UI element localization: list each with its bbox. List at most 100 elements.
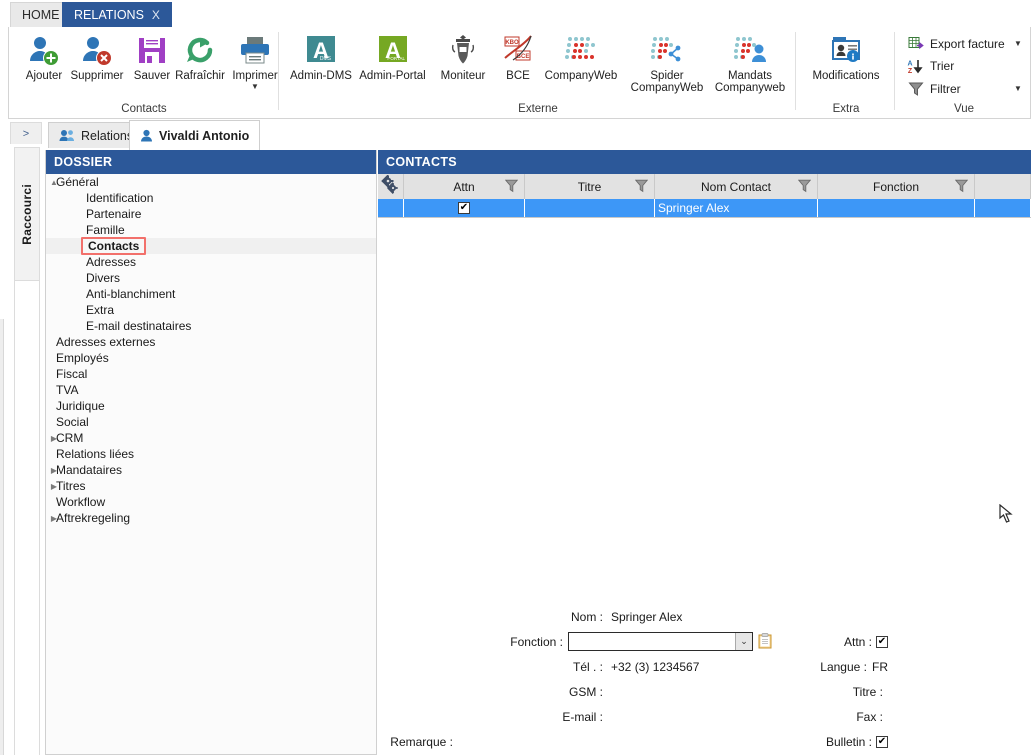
table-cell-titre[interactable] (525, 199, 655, 217)
shortcut-rail: > Raccourci (0, 119, 44, 755)
filter-funnel-icon[interactable] (634, 179, 649, 196)
chevron-down-icon[interactable]: ▼ (1014, 84, 1022, 93)
chevron-down-icon[interactable]: ▼ (251, 83, 259, 91)
column-header-label: Attn (453, 179, 475, 194)
tree-item-social[interactable]: Social (46, 414, 376, 430)
field-langue-label: Langue : (820, 660, 867, 674)
ribbon-button-companyweb[interactable]: CompanyWeb (538, 30, 624, 96)
relations-people-icon (59, 129, 75, 142)
column-header-titre[interactable]: Titre (525, 174, 655, 199)
tree-item-relations-li-es[interactable]: Relations liées (46, 446, 376, 462)
tree-item-crm[interactable]: ▶ CRM (46, 430, 376, 446)
document-tab-vivaldi-antonio[interactable]: Vivaldi Antonio (129, 120, 261, 150)
tree-item-identification[interactable]: Identification (46, 190, 376, 206)
ribbon-tab-relations[interactable]: RELATIONS X (62, 2, 172, 27)
field-remarque-value-wrap (458, 733, 463, 751)
fonction-combobox[interactable]: ⌄ (568, 631, 753, 651)
dossier-tree: ▲ Général Identification Partenaire Famille C… (46, 174, 376, 754)
filter-funnel-icon[interactable] (504, 179, 519, 196)
expander-closed-icon[interactable]: ▶ (48, 514, 60, 523)
chevron-down-icon[interactable]: ▼ (1014, 39, 1022, 48)
tree-item-contacts[interactable]: Contacts (46, 237, 376, 255)
tree-item-label: Social (56, 415, 89, 429)
ribbon-button-mandats-companyweb[interactable]: Mandats Companyweb (708, 30, 792, 96)
ribbon-group-externe-label: Externe (518, 103, 558, 115)
svg-text:KBO: KBO (505, 40, 519, 46)
column-header-fonction[interactable]: Fonction (818, 174, 975, 199)
column-header-nom_contact[interactable]: Nom Contact (655, 174, 818, 199)
column-header-spare[interactable] (975, 174, 1031, 199)
tree-item-adresses[interactable]: Adresses (46, 254, 376, 270)
ribbon-button-supprimer[interactable]: Supprimer (66, 30, 128, 96)
ribbon-button-sauver-label: Sauver (133, 70, 171, 82)
expand-rail-button[interactable]: > (10, 122, 42, 144)
tree-item-e-mail-destinataires[interactable]: E-mail destinataires (46, 318, 376, 334)
filter-funnel-icon[interactable] (797, 179, 812, 196)
filter-funnel-icon (906, 80, 926, 98)
filter-funnel-icon[interactable] (954, 179, 969, 196)
field-fax-label: Fax : (856, 710, 883, 724)
chevron-down-icon[interactable]: ⌄ (735, 632, 752, 650)
tree-item-employ-s[interactable]: Employés (46, 350, 376, 366)
field-gsm: GSM : (378, 683, 603, 701)
tree-item-extra[interactable]: Extra (46, 302, 376, 318)
gears-icon[interactable] (381, 174, 401, 198)
expander-closed-icon[interactable]: ▶ (48, 434, 60, 443)
ribbon-button-moniteur-label: Moniteur (440, 70, 486, 82)
contacts-grid-body: ✔ Springer Alex (378, 199, 1031, 218)
ribbon-group-contacts: Ajouter Supprimer Sauver Rafraîchir Impr… (9, 27, 279, 117)
ribbon-button-trier-label: Trier (930, 59, 955, 73)
shortcut-rail-spine (14, 281, 40, 755)
expander-closed-icon[interactable]: ▶ (48, 466, 60, 475)
tree-item-anti-blanchiment[interactable]: Anti-blanchiment (46, 286, 376, 302)
tree-item-tva[interactable]: TVA (46, 382, 376, 398)
shortcut-rail-tab[interactable]: Raccourci (14, 147, 40, 281)
column-header-attn[interactable]: Attn (404, 174, 525, 199)
contacts-panel-header: CONTACTS (378, 150, 1031, 174)
ribbon-button-imprimer[interactable]: Imprimer ▼ (224, 30, 286, 96)
ribbon-button-rafraichir[interactable]: Rafraîchir (169, 30, 231, 96)
table-cell-fonction[interactable] (818, 199, 975, 217)
field-nom: Nom : (378, 608, 603, 626)
tree-item-titres[interactable]: ▶ Titres (46, 478, 376, 494)
contacts-panel: CONTACTS Attn Titre Nom Contact Fonction ✔ S… (378, 150, 1031, 755)
column-header-label: Nom Contact (700, 179, 772, 194)
group-divider (795, 32, 796, 110)
tree-item-juridique[interactable]: Juridique (46, 398, 376, 414)
ribbon-button-trier[interactable]: A Z Trier (906, 55, 954, 77)
ribbon-button-export-facture[interactable]: Export facture (906, 33, 1005, 55)
row-attn-checkbox[interactable]: ✔ (458, 202, 470, 214)
tree-item-adresses-externes[interactable]: Adresses externes (46, 334, 376, 350)
ribbon-button-admin-dms[interactable]: A DMS Admin-DMS (287, 30, 355, 96)
tree-item-workflow[interactable]: Workflow (46, 494, 376, 510)
ribbon-button-filtrer[interactable]: Filtrer (906, 78, 961, 100)
table-cell-attn[interactable]: ✔ (404, 199, 525, 217)
ribbon-tab-relations-label: RELATIONS (74, 7, 144, 22)
tree-item-famille[interactable]: Famille (46, 222, 376, 238)
attn-checkbox[interactable]: ✔ (876, 636, 888, 648)
expander-closed-icon[interactable]: ▶ (48, 482, 60, 491)
tree-item-mandataires[interactable]: ▶ Mandataires (46, 462, 376, 478)
expander-open-icon[interactable]: ▲ (48, 178, 60, 187)
tree-item-g-n-ral[interactable]: ▲ Général (46, 174, 376, 190)
table-cell-nom_contact[interactable]: Springer Alex (655, 199, 818, 217)
contact-detail-form: Nom : Springer Alex Fonction : ⌄ Tél .:… (378, 590, 1031, 755)
ribbon-button-bce[interactable]: KBO BCE BCE (494, 30, 542, 96)
document-tab-relations-label: Relations (81, 128, 134, 143)
tree-item-aftrekregeling[interactable]: ▶ Aftrekregeling (46, 510, 376, 526)
table-row[interactable]: ✔ Springer Alex (378, 199, 1031, 218)
column-header-gear[interactable] (378, 174, 404, 199)
dossier-panel-header: DOSSIER (46, 150, 376, 174)
ribbon-button-admin-portal[interactable]: A PORTAL Admin-Portal (356, 30, 429, 96)
ribbon-button-moniteur[interactable]: Moniteur (432, 30, 494, 96)
bulletin-checkbox[interactable]: ✔ (876, 736, 888, 748)
tree-item-fiscal[interactable]: Fiscal (46, 366, 376, 382)
ribbon-button-supprimer-label: Supprimer (70, 70, 124, 82)
tree-item-label: Partenaire (86, 207, 142, 221)
tree-item-partenaire[interactable]: Partenaire (46, 206, 376, 222)
ribbon-button-modifications[interactable]: Modifications (807, 30, 885, 96)
close-icon[interactable]: X (152, 8, 160, 22)
ribbon-button-mandats-companyweb-label: Mandats (727, 70, 773, 82)
ribbon-button-spider-companyweb[interactable]: Spider CompanyWeb (627, 30, 707, 96)
tree-item-divers[interactable]: Divers (46, 270, 376, 286)
